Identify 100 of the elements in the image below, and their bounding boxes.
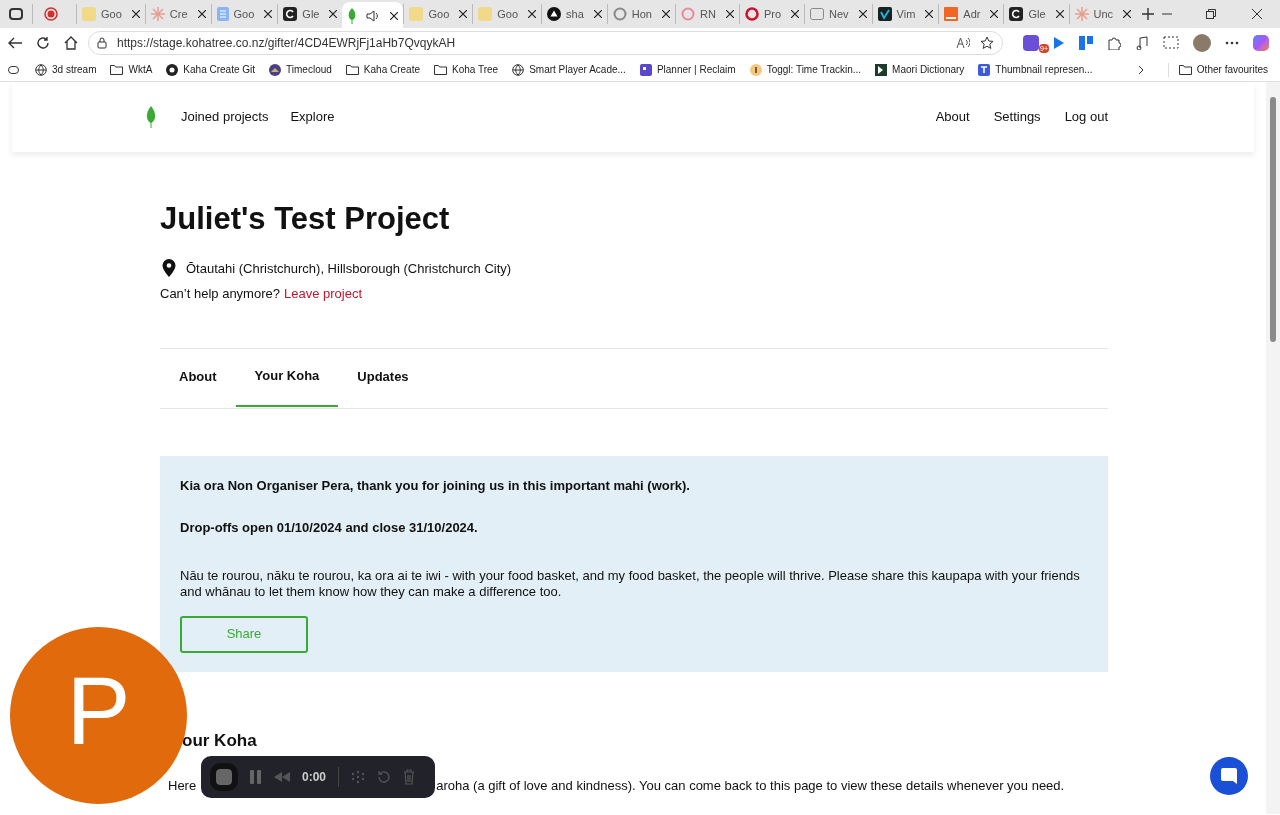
star-icon[interactable] — [980, 36, 994, 50]
close-icon[interactable] — [1252, 9, 1262, 19]
bookmark[interactable]: Kaha Create Git — [166, 62, 256, 77]
square-icon — [478, 7, 493, 21]
project-tab[interactable]: Your Koha — [235, 347, 339, 407]
more-icon[interactable] — [1225, 41, 1239, 45]
bookmark[interactable]: 3d stream — [35, 62, 97, 77]
close-tab-icon[interactable] — [593, 10, 602, 18]
v-logo-icon — [877, 7, 892, 21]
browser-tab[interactable]: Nev — [804, 4, 872, 24]
browser-tab[interactable]: Unc — [1068, 4, 1137, 24]
close-tab-icon[interactable] — [990, 10, 999, 18]
music-icon[interactable] — [1135, 36, 1149, 50]
swirl-icon — [681, 7, 695, 21]
bookmark[interactable]: WktA — [110, 62, 153, 77]
close-tab-icon[interactable] — [329, 10, 338, 18]
leaf-icon — [347, 8, 358, 24]
close-tab-icon[interactable] — [1123, 10, 1132, 18]
close-tab-icon[interactable] — [725, 10, 734, 18]
cloud-icon — [269, 63, 282, 76]
browser-tab[interactable]: RN — [675, 4, 739, 24]
greeting-text: Kia ora Non Organiser Pera, thank you for joining us in this important mahi (work). — [180, 476, 691, 495]
browser-tab[interactable]: Goo — [403, 4, 473, 24]
folder-icon — [1178, 64, 1192, 75]
c-logo-icon — [283, 7, 298, 21]
close-tab-icon[interactable] — [858, 10, 867, 18]
reload-icon[interactable] — [36, 36, 50, 50]
bookmark-folder[interactable]: Other favourites — [1178, 62, 1268, 77]
globe-icon — [512, 63, 525, 76]
bookmark[interactable]: Toggl: Time Trackin... — [749, 62, 862, 77]
browser-tab[interactable]: Gle — [277, 4, 343, 24]
browser-tab[interactable]: Goo — [210, 4, 278, 24]
chevron-right-icon[interactable] — [1137, 64, 1144, 75]
browser-tab[interactable]: Cre — [144, 4, 211, 24]
bookmark[interactable]: Timecloud — [269, 62, 332, 77]
bookmark[interactable]: Kaha Create — [345, 62, 420, 77]
nav-link[interactable]: About — [935, 107, 970, 127]
square-icon — [944, 7, 959, 21]
speaker-icon[interactable] — [366, 10, 381, 22]
profile-avatar[interactable] — [1193, 34, 1211, 52]
record-icon — [44, 7, 58, 21]
folder-icon — [345, 64, 359, 75]
triangle-logo-icon — [547, 7, 562, 21]
address-field[interactable]: https://stage.kohatree.co.nz/gifter/4CD4EWRjFj1aHb7QvqykAH — [88, 31, 1003, 55]
close-tab-icon[interactable] — [662, 10, 670, 18]
bookmark[interactable]: Smart Player Acade... — [512, 62, 626, 77]
koha-text: aroha (a gift of love and kindness). You can come back to this page to view these details whenever you need. — [436, 777, 1065, 795]
browser-tab[interactable]: Adr — [938, 4, 1004, 24]
browser-tab[interactable]: Vim — [871, 4, 939, 24]
bookmark[interactable]: Planner | Reclaim — [639, 62, 736, 77]
close-tab-icon[interactable] — [1055, 10, 1064, 18]
project-tab[interactable]: About — [160, 348, 236, 408]
browser-tab[interactable]: sha — [541, 4, 607, 24]
bookmark[interactable]: Koha Tree — [434, 62, 499, 77]
project-tab[interactable]: Updates — [338, 348, 428, 408]
read-aloud-icon[interactable] — [956, 37, 970, 49]
screenshot-icon[interactable] — [1163, 36, 1179, 50]
dropoffs-text: Drop-offs open 01/10/2024 and close 31/10/2024. — [180, 519, 479, 537]
restore-icon[interactable] — [1206, 9, 1216, 19]
project-title: Juliet's Test Project — [160, 200, 451, 238]
leave-project-link[interactable]: Leave project — [283, 284, 363, 304]
page-icon — [810, 8, 824, 20]
trello-icon[interactable] — [1079, 36, 1093, 50]
home-icon[interactable] — [64, 36, 78, 50]
browser-tab[interactable]: Gle — [1003, 4, 1069, 24]
browser-tab[interactable]: Goo — [472, 4, 542, 24]
extension-icon[interactable] — [1023, 35, 1039, 51]
bookmark[interactable]: Maori Dictionary — [875, 62, 965, 77]
nav-link[interactable]: Joined projects — [181, 107, 269, 127]
sync-icon — [612, 7, 627, 21]
bookmark[interactable]: Thumbnail represen... — [978, 62, 1093, 77]
browser-tab[interactable]: Goo — [76, 4, 145, 24]
close-tab-icon[interactable] — [459, 10, 468, 18]
close-tab-icon[interactable] — [528, 10, 537, 18]
nav-link[interactable]: Explore — [290, 107, 335, 127]
toggl-icon — [749, 63, 762, 76]
tab-actions-icon[interactable] — [9, 8, 23, 20]
koha-text: Here — [168, 777, 197, 795]
browser-tab[interactable]: Hon — [606, 4, 675, 24]
close-tab-icon[interactable] — [791, 10, 799, 18]
chat-button[interactable] — [1210, 757, 1248, 795]
back-icon[interactable] — [8, 37, 22, 49]
browser-tab[interactable]: Pro — [738, 4, 804, 24]
document-icon — [216, 7, 229, 21]
restart-icon[interactable] — [377, 770, 392, 784]
nav-link[interactable]: Log out — [1064, 107, 1108, 127]
swirl-icon — [744, 7, 759, 21]
close-tab-icon[interactable] — [925, 10, 934, 18]
close-tab-icon[interactable] — [264, 10, 273, 18]
copilot-icon[interactable] — [1253, 35, 1269, 51]
close-tab-icon[interactable] — [390, 12, 399, 20]
close-tab-icon[interactable] — [131, 10, 140, 18]
close-tab-icon[interactable] — [197, 10, 206, 18]
url-text: https://stage.kohatree.co.nz/gifter/4CD4EWRjFj1aHb7QvqykAH — [117, 35, 456, 52]
nav-link[interactable]: Settings — [993, 107, 1041, 127]
planner-icon — [639, 63, 652, 76]
pause-icon[interactable] — [250, 770, 262, 784]
puzzle-icon[interactable] — [1107, 36, 1121, 50]
leaf-logo-icon[interactable] — [145, 106, 157, 128]
new-tab-button[interactable] — [1142, 8, 1155, 20]
